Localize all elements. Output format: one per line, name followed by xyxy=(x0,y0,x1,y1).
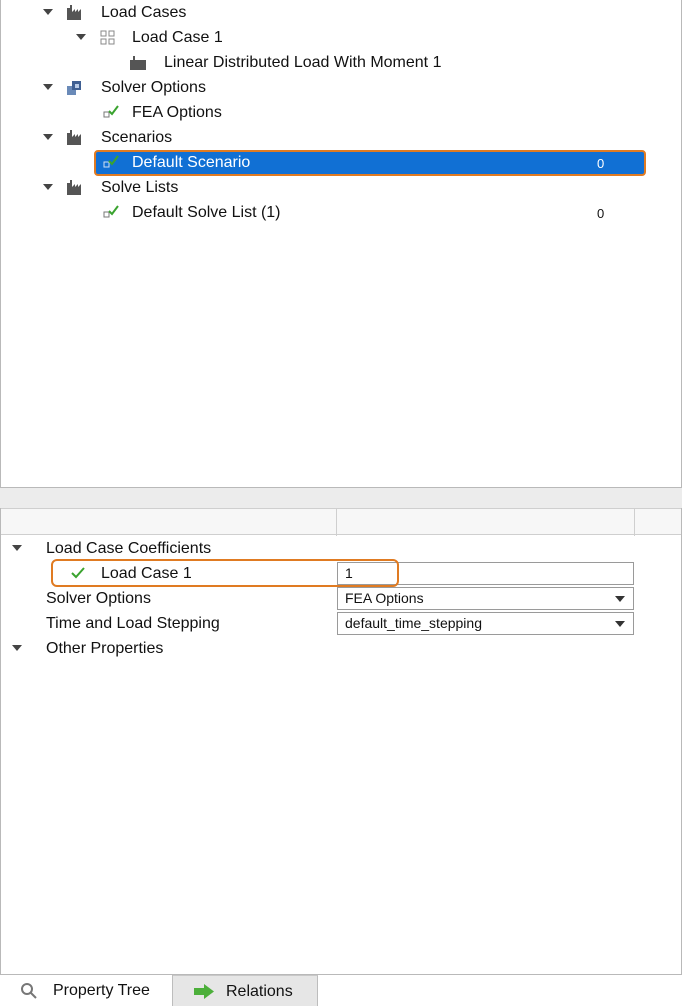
tree-item-solve-lists[interactable]: Solve Lists xyxy=(1,175,681,200)
tree-item-label: Solve Lists xyxy=(101,179,179,196)
annotation-highlight xyxy=(51,559,399,587)
tab-property-tree[interactable]: Property Tree xyxy=(0,975,173,1006)
property-group-label: Load Case Coefficients xyxy=(46,540,212,557)
tree-item-default-scenario[interactable]: Default Scenario 0 xyxy=(1,150,681,175)
tree-item-label: Default Scenario xyxy=(132,154,251,171)
tree-item-load-cases[interactable]: Load Cases xyxy=(1,0,681,25)
tree-item-default-solve-list[interactable]: Default Solve List (1) 0 xyxy=(1,200,681,225)
property-group-label: Other Properties xyxy=(46,640,164,657)
tree-item-fea-options[interactable]: FEA Options xyxy=(1,100,681,125)
expand-arrow-icon[interactable] xyxy=(43,134,53,140)
solver-icon xyxy=(67,81,81,95)
tree-item-label: Default Solve List (1) xyxy=(132,204,281,221)
tree-item-linear-distributed-load[interactable]: Linear Distributed Load With Moment 1 xyxy=(1,50,681,75)
tab-relations[interactable]: Relations xyxy=(173,975,318,1006)
tree-item-label: Linear Distributed Load With Moment 1 xyxy=(164,54,442,71)
checked-item-icon xyxy=(103,205,119,218)
arrow-right-icon xyxy=(194,984,214,999)
factory-icon xyxy=(67,130,81,145)
expand-arrow-icon[interactable] xyxy=(12,545,22,551)
tree-item-load-case-1[interactable]: Load Case 1 xyxy=(1,25,681,50)
property-label: Solver Options xyxy=(46,590,151,607)
tree-item-label: Load Cases xyxy=(101,4,187,21)
column-header-value[interactable] xyxy=(337,509,635,536)
item-count: 0 xyxy=(597,206,605,221)
expand-arrow-icon[interactable] xyxy=(43,9,53,15)
tree-item-label: FEA Options xyxy=(132,104,222,121)
model-tree-panel: Load Cases Load Case 1 Linear Distribute… xyxy=(0,0,682,488)
factory-icon xyxy=(67,180,81,195)
property-grid: Load Case Coefficients Load Case 1 1 Sol… xyxy=(0,508,682,974)
load-icon xyxy=(130,56,146,70)
time-stepping-dropdown[interactable]: default_time_stepping xyxy=(337,612,634,635)
solver-options-dropdown[interactable]: FEA Options xyxy=(337,587,634,610)
panel-splitter[interactable] xyxy=(0,488,682,508)
dropdown-arrow-icon[interactable] xyxy=(615,621,625,627)
search-icon xyxy=(21,983,37,999)
item-count: 0 xyxy=(597,156,605,171)
tree-item-label: Solver Options xyxy=(101,79,206,96)
expand-arrow-icon[interactable] xyxy=(43,184,53,190)
checked-item-icon xyxy=(103,155,119,168)
property-value: default_time_stepping xyxy=(345,615,482,631)
column-header-name[interactable] xyxy=(1,509,337,536)
property-value: FEA Options xyxy=(345,590,424,606)
expand-arrow-icon[interactable] xyxy=(76,34,86,40)
property-group-load-case-coefficients[interactable]: Load Case Coefficients xyxy=(1,536,681,561)
checked-item-icon xyxy=(103,105,119,118)
expand-arrow-icon[interactable] xyxy=(43,84,53,90)
tree-item-scenarios[interactable]: Scenarios xyxy=(1,125,681,150)
factory-icon xyxy=(67,5,81,20)
property-label: Time and Load Stepping xyxy=(46,615,220,632)
tree-item-label: Scenarios xyxy=(101,129,173,146)
dropdown-arrow-icon[interactable] xyxy=(615,596,625,602)
property-grid-header xyxy=(1,508,681,536)
property-row-solver-options[interactable]: Solver Options FEA Options xyxy=(1,586,681,611)
property-row-time-and-load-stepping[interactable]: Time and Load Stepping default_time_step… xyxy=(1,611,681,636)
property-group-other-properties[interactable]: Other Properties xyxy=(1,636,681,661)
tab-label: Relations xyxy=(226,983,293,1000)
tab-label: Property Tree xyxy=(53,982,150,999)
expand-arrow-icon[interactable] xyxy=(12,645,22,651)
tree-item-label: Load Case 1 xyxy=(132,29,223,46)
bottom-tab-bar: Property Tree Relations xyxy=(0,974,682,1006)
grid-icon xyxy=(100,30,115,45)
tree-item-solver-options[interactable]: Solver Options xyxy=(1,75,681,100)
